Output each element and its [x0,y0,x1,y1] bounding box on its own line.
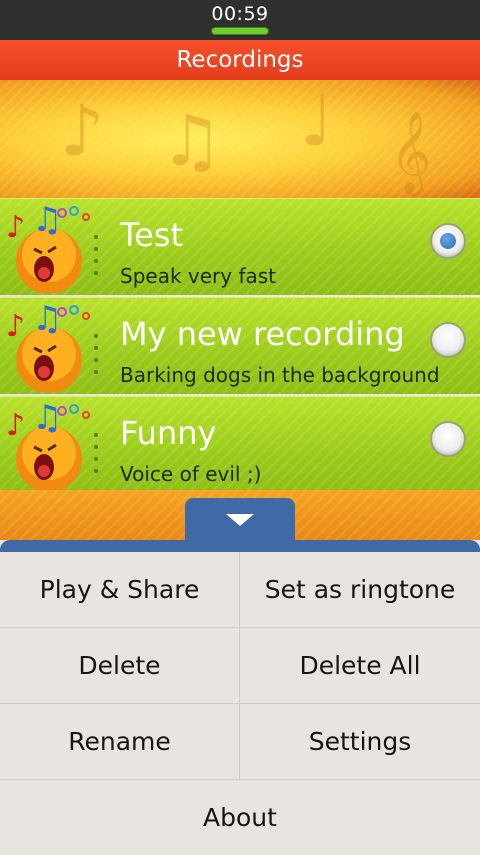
singing-face-icon: ♪ ♫ [6,302,98,392]
set-ringtone-button[interactable]: Set as ringtone [240,552,480,628]
svg-text:♪: ♪ [6,408,25,443]
recording-subtitle: Voice of evil ;) [120,462,262,486]
svg-text:♫: ♫ [32,203,62,240]
battery-indicator [212,28,268,34]
delete-button[interactable]: Delete [0,628,240,704]
recording-title: Funny [120,414,217,452]
title-bar: Recordings [0,40,480,80]
svg-text:♪: ♪ [6,210,25,245]
music-note-icon: ♩ [300,80,334,162]
recording-subtitle: Speak very fast [120,264,277,288]
singing-face-icon: ♪ ♫ [6,203,98,293]
list-item[interactable]: ♪ ♫ My new recording Barking dogs in the… [0,297,480,396]
music-note-icon: ♪ [60,90,105,172]
singing-face-icon: ♪ ♫ [6,401,98,491]
music-note-icon: ♫ [160,100,223,182]
menu-collapse-handle[interactable] [185,498,295,542]
svg-text:♫: ♫ [32,401,62,438]
list-item[interactable]: ♪ ♫ Test Speak very fast [0,198,480,297]
treble-clef-icon: 𝄞 [390,110,432,192]
status-bar: 00:59 [0,0,480,40]
rename-button[interactable]: Rename [0,704,240,780]
recording-title: My new recording [120,315,405,353]
svg-text:♪: ♪ [6,309,25,344]
page-title: Recordings [176,47,304,73]
play-share-button[interactable]: Play & Share [0,552,240,628]
about-button[interactable]: About [0,780,480,855]
list-item[interactable]: ♪ ♫ Funny Voice of evil ;) [0,396,480,493]
status-time: 00:59 [211,3,269,25]
options-menu: Play & Share Set as ringtone Delete Dele… [0,552,480,854]
chevron-down-icon [226,514,254,526]
svg-text:♫: ♫ [32,302,62,339]
header-banner: ♪ ♫ ♩ 𝄞 [0,80,480,198]
recording-subtitle: Barking dogs in the background [120,363,440,387]
delete-all-button[interactable]: Delete All [240,628,480,704]
settings-button[interactable]: Settings [240,704,480,780]
recording-title: Test [120,216,184,254]
recording-radio[interactable] [432,324,464,356]
recording-radio[interactable] [432,423,464,455]
recordings-list: ♪ ♫ Test Speak very fast ♪ ♫ My new reco… [0,198,480,495]
recording-radio-selected[interactable] [432,225,464,257]
